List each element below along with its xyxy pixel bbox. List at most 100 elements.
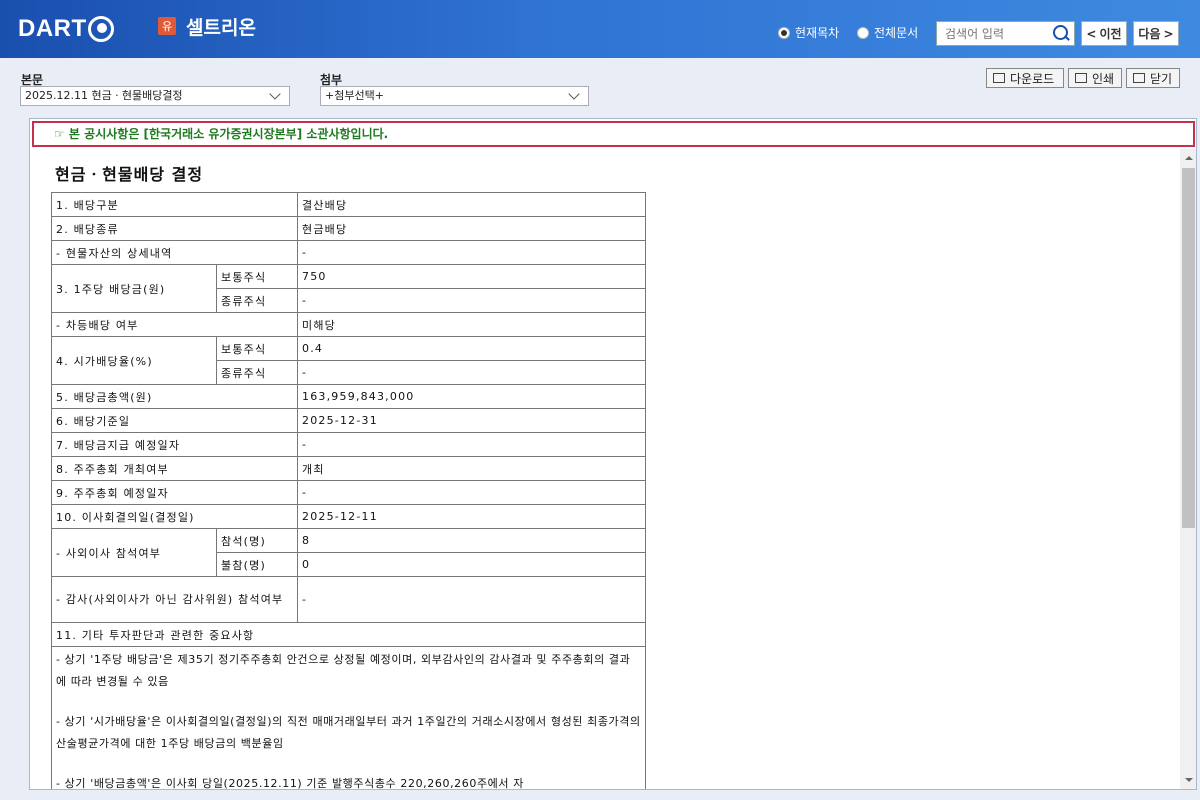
row-value: - — [297, 360, 646, 385]
next-button[interactable]: 다음 > — [1133, 21, 1179, 46]
row-label: 3. 1주당 배당금(원) — [51, 264, 217, 313]
monitor-icon — [993, 73, 1005, 83]
chevron-down-icon — [269, 88, 281, 100]
row-label: 7. 배당금지급 예정일자 — [51, 432, 298, 457]
table-row: - 사외이사 참석여부 참석(명) 8 — [51, 528, 646, 577]
row-value: 2025-12-11 — [297, 504, 646, 529]
vertical-scrollbar[interactable] — [1180, 149, 1196, 789]
print-button[interactable]: 인쇄 — [1068, 68, 1122, 88]
table-row: 7. 배당금지급 예정일자 - — [51, 432, 646, 457]
company-name: 셀트리온 — [186, 17, 256, 39]
row-label: 2. 배당종류 — [51, 216, 298, 241]
note-paragraph: - 상기 '시가배당율'은 이사회결의일(결정일)의 직전 매매거래일부터 과거… — [56, 715, 641, 750]
row-label: 10. 이사회결의일(결정일) — [51, 504, 298, 529]
search-icon[interactable] — [1049, 22, 1073, 46]
document-title: 현금ㆍ현물배당 결정 — [55, 165, 204, 184]
note-paragraph: - 상기 '1주당 배당금'은 제35기 정기주주총회 안건으로 상정될 예정이… — [56, 653, 631, 688]
radio-label: 현재목차 — [795, 26, 840, 40]
row-value: - — [297, 240, 646, 265]
radio-whole-document[interactable]: 전체문서 — [857, 24, 918, 41]
attachment-select-value: +첨부선택+ — [325, 89, 384, 102]
radio-current-section[interactable]: 현재목차 — [778, 24, 839, 41]
row-value: - — [297, 576, 646, 623]
scroll-down-arrow-icon[interactable] — [1180, 772, 1196, 789]
row-sublabel: 보통주식 — [216, 336, 298, 361]
row-value: 0 — [297, 552, 646, 577]
main-doc-select-value: 2025.12.11 현금ㆍ현물배당결정 — [25, 89, 183, 102]
radio-label: 전체문서 — [874, 26, 919, 40]
table-row: 4. 시가배당율(%) 보통주식 0.4 — [51, 336, 646, 385]
row-label: 6. 배당기준일 — [51, 408, 298, 433]
disclosure-table: 1. 배당구분 결산배당 2. 배당종류 현금배당 - 현물자산의 상세내역 -… — [51, 192, 646, 790]
table-row: 9. 주주총회 예정일자 - — [51, 480, 646, 505]
table-row: 8. 주주총회 개최여부 개최 — [51, 456, 646, 481]
dart-logo[interactable]: DART — [18, 14, 114, 44]
close-button[interactable]: 닫기 — [1126, 68, 1180, 88]
radio-checked-icon[interactable] — [778, 26, 790, 39]
notes-cell: - 상기 '1주당 배당금'은 제35기 정기주주총회 안건으로 상정될 예정이… — [51, 646, 646, 790]
row-value: 2025-12-31 — [297, 408, 646, 433]
chevron-left-icon: < — [1086, 26, 1097, 41]
search-box — [936, 21, 1075, 46]
row-value: 8 — [297, 528, 646, 553]
table-row: 5. 배당금총액(원) 163,959,843,000 — [51, 384, 646, 409]
row-value: 163,959,843,000 — [297, 384, 646, 409]
row-value: - — [297, 480, 646, 505]
table-row: - 차등배당 여부 미해당 — [51, 312, 646, 337]
table-row: 11. 기타 투자판단과 관련한 중요사항 — [51, 622, 646, 647]
row-value: 현금배당 — [297, 216, 646, 241]
row-sublabel: 보통주식 — [216, 264, 298, 289]
row-sublabel: 불참(명) — [216, 552, 298, 577]
scroll-up-arrow-icon[interactable] — [1180, 149, 1196, 166]
prev-label: 이전 — [1099, 27, 1122, 41]
radio-unchecked-icon[interactable] — [857, 26, 869, 39]
table-row: 3. 1주당 배당금(원) 보통주식 750 — [51, 264, 646, 313]
table-row: 2. 배당종류 현금배당 — [51, 216, 646, 241]
download-label: 다운로드 — [1010, 71, 1055, 86]
row-sublabel: 참석(명) — [216, 528, 298, 553]
row-label: 1. 배당구분 — [51, 192, 298, 217]
row-value: 개최 — [297, 456, 646, 481]
row-value: - — [297, 432, 646, 457]
document-viewer: ☞ 본 공시사항은 [한국거래소 유가증권시장본부] 소관사항입니다. 현금ㆍ현… — [29, 118, 1197, 790]
main-doc-select[interactable]: 2025.12.11 현금ㆍ현물배당결정 — [20, 86, 290, 106]
search-input[interactable] — [937, 22, 1049, 45]
row-sublabel: 종류주식 — [216, 288, 298, 313]
table-row: 6. 배당기준일 2025-12-31 — [51, 408, 646, 433]
jurisdiction-notice: ☞ 본 공시사항은 [한국거래소 유가증권시장본부] 소관사항입니다. — [32, 121, 1195, 147]
attachment-select[interactable]: +첨부선택+ — [320, 86, 589, 106]
table-row: - 감사(사외이사가 아닌 감사위원) 참석여부 - — [51, 576, 646, 623]
scrollbar-thumb[interactable] — [1182, 168, 1195, 528]
chevron-down-icon — [568, 88, 580, 100]
logo-emblem-icon — [87, 16, 114, 42]
note-paragraph: - 상기 '배당금총액'은 이사회 당일(2025.12.11) 기준 발행주식… — [56, 777, 524, 790]
row-sublabel: 종류주식 — [216, 360, 298, 385]
row-label: 5. 배당금총액(원) — [51, 384, 298, 409]
top-header: DART 유 셀트리온 현재목차 전체문서 < 이전 다음 > — [0, 0, 1200, 58]
next-label: 다음 — [1138, 27, 1161, 41]
row-label: 11. 기타 투자판단과 관련한 중요사항 — [51, 622, 646, 647]
chevron-right-icon: > — [1163, 26, 1174, 41]
row-label: - 사외이사 참석여부 — [51, 528, 217, 577]
row-value: 결산배당 — [297, 192, 646, 217]
close-label: 닫기 — [1150, 71, 1173, 86]
row-value: 0.4 — [297, 336, 646, 361]
row-value: 750 — [297, 264, 646, 289]
row-label: 8. 주주총회 개최여부 — [51, 456, 298, 481]
table-row: 1. 배당구분 결산배당 — [51, 192, 646, 217]
row-label: 9. 주주총회 예정일자 — [51, 480, 298, 505]
printer-icon — [1075, 73, 1087, 83]
row-label: - 현물자산의 상세내역 — [51, 240, 298, 265]
download-button[interactable]: 다운로드 — [986, 68, 1064, 88]
table-row: 10. 이사회결의일(결정일) 2025-12-11 — [51, 504, 646, 529]
row-value: - — [297, 288, 646, 313]
row-label: 4. 시가배당율(%) — [51, 336, 217, 385]
prev-button[interactable]: < 이전 — [1081, 21, 1127, 46]
row-label: - 감사(사외이사가 아닌 감사위원) 참석여부 — [51, 576, 298, 623]
row-value: 미해당 — [297, 312, 646, 337]
document-icon — [1133, 73, 1145, 83]
market-badge: 유 — [158, 17, 176, 35]
logo-text: DART — [18, 15, 87, 42]
row-label: - 차등배당 여부 — [51, 312, 298, 337]
table-row: - 현물자산의 상세내역 - — [51, 240, 646, 265]
